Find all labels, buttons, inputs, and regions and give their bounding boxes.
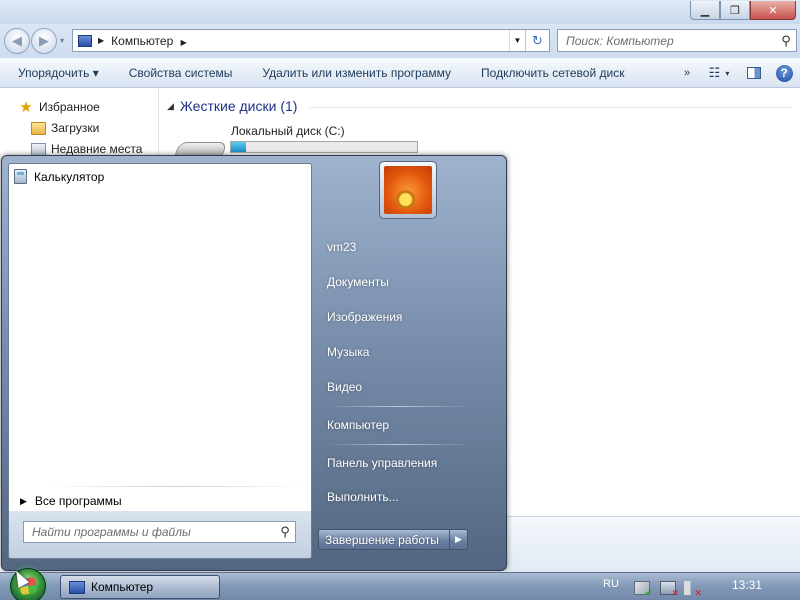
start-menu: Калькулятор ▶ Все программы ⚲ vm23 Докум… [1, 155, 507, 571]
more-commands-button[interactable]: » [676, 67, 698, 79]
command-bar: Упорядочить ▾ Свойства системы Удалить и… [0, 58, 800, 88]
star-icon: ★ [19, 99, 33, 116]
taskbar-item-computer[interactable]: Компьютер [60, 575, 220, 599]
start-item-control-panel[interactable]: Панель управления [327, 456, 437, 470]
address-bar[interactable]: ▶ Компьютер ▶ ▼ ↻ [72, 29, 550, 52]
search-icon[interactable]: ⚲ [275, 524, 295, 540]
change-view-button[interactable]: ☷ ▾ [698, 65, 740, 81]
system-properties-button[interactable]: Свойства системы [114, 66, 248, 80]
start-item-pictures[interactable]: Изображения [327, 310, 402, 324]
caption-buttons: ▁ ❐ ✕ [690, 1, 796, 20]
drive-label[interactable]: Локальный диск (C:) [231, 124, 345, 138]
start-right-separator [323, 406, 472, 407]
nav-item-label: Загрузки [51, 121, 100, 135]
command-bar-right: » ☷ ▾ ? [676, 59, 800, 87]
network-disconnected-icon[interactable] [660, 581, 679, 599]
help-icon: ? [775, 64, 793, 82]
shutdown-control: Завершение работы ▶ [318, 529, 468, 550]
hard-drive-icon[interactable] [174, 142, 228, 156]
system-clock[interactable]: 13:31 [732, 578, 762, 592]
details-pane [505, 516, 800, 572]
start-search-area: ⚲ [8, 511, 312, 559]
user-avatar [384, 166, 432, 214]
start-search-input[interactable] [24, 525, 275, 539]
preview-pane-icon [747, 67, 761, 79]
help-button[interactable]: ? [768, 64, 800, 82]
start-item-documents[interactable]: Документы [327, 275, 389, 289]
volume-muted-icon[interactable] [684, 581, 702, 599]
maximize-button[interactable]: ❐ [720, 1, 750, 20]
recent-pages-dropdown[interactable]: ▾ [60, 36, 64, 45]
forward-button[interactable]: ▶ [31, 28, 57, 54]
arrow-right-icon: ▶ [20, 495, 27, 506]
nav-item-label: Недавние места [51, 142, 143, 156]
all-programs-button[interactable]: ▶ Все программы [20, 494, 122, 508]
start-item-user[interactable]: vm23 [327, 240, 356, 254]
nav-item-recent-places[interactable]: Недавние места [31, 142, 142, 156]
downloads-folder-icon [31, 121, 46, 135]
breadcrumb-computer[interactable]: Компьютер ▶ [111, 34, 509, 48]
taskbar: Компьютер RU 13:31 [0, 568, 800, 600]
shutdown-options-arrow-icon[interactable]: ▶ [449, 530, 467, 549]
view-icon: ☷ [708, 65, 721, 80]
search-icon[interactable]: ⚲ [776, 33, 796, 49]
start-item-video[interactable]: Видео [327, 380, 362, 394]
program-item-calculator[interactable]: Калькулятор [14, 169, 104, 184]
address-dropdown-button[interactable]: ▼ [509, 30, 525, 51]
nav-item-favorites[interactable]: ★ Избранное [18, 98, 100, 116]
chevron-down-icon: ▾ [725, 68, 730, 78]
start-right-separator [323, 444, 472, 445]
forward-arrow-icon: ▶ [39, 33, 49, 48]
group-divider [309, 107, 792, 108]
close-button[interactable]: ✕ [750, 1, 796, 20]
group-title: Жесткие диски (1) [179, 98, 298, 114]
explorer-search-input[interactable] [558, 33, 776, 48]
recent-places-icon [31, 142, 46, 156]
navigation-bar: ◀ ▶ ▾ ▶ Компьютер ▶ ▼ ↻ ⚲ [0, 24, 800, 58]
taskbar-item-label: Компьютер [91, 580, 154, 594]
start-search-box: ⚲ [23, 521, 296, 543]
uninstall-program-button[interactable]: Удалить или изменить программу [247, 66, 466, 80]
organize-button[interactable]: Упорядочить ▾ [0, 66, 114, 80]
program-label: Калькулятор [34, 169, 105, 184]
breadcrumb-chevron-icon[interactable]: ▶ [98, 36, 104, 45]
drive-usage-fill [231, 142, 246, 152]
shutdown-button[interactable]: Завершение работы [319, 533, 449, 547]
title-bar[interactable]: ▁ ❐ ✕ [0, 0, 800, 24]
start-item-run[interactable]: Выполнить... [327, 490, 399, 504]
start-item-computer[interactable]: Компьютер [327, 418, 389, 432]
group-header-hard-drives[interactable]: ◢ Жесткие диски (1) [167, 98, 297, 114]
computer-icon [78, 34, 92, 47]
back-button[interactable]: ◀ [4, 28, 30, 54]
breadcrumb-chevron-icon[interactable]: ▶ [181, 38, 187, 47]
preview-pane-button[interactable] [740, 67, 768, 79]
map-network-drive-button[interactable]: Подключить сетевой диск [466, 66, 639, 80]
back-arrow-icon: ◀ [12, 33, 22, 48]
computer-icon [69, 580, 85, 594]
refresh-icon[interactable]: ↻ [525, 30, 549, 51]
drive-usage-bar [230, 141, 418, 153]
language-indicator[interactable]: RU [603, 578, 619, 590]
nav-item-label: Избранное [39, 100, 100, 114]
breadcrumb-label: Компьютер [111, 33, 174, 48]
user-picture-frame[interactable] [379, 161, 437, 219]
calculator-icon [14, 169, 27, 184]
minimize-button[interactable]: ▁ [690, 1, 720, 20]
action-center-icon[interactable] [634, 581, 653, 599]
explorer-search-box: ⚲ [557, 29, 797, 52]
start-item-music[interactable]: Музыка [327, 345, 369, 359]
nav-item-downloads[interactable]: Загрузки [31, 121, 99, 135]
all-programs-label: Все программы [34, 494, 122, 508]
start-programs-panel: Калькулятор ▶ Все программы [8, 163, 312, 559]
programs-separator [46, 486, 304, 487]
collapse-icon: ◢ [167, 100, 174, 111]
